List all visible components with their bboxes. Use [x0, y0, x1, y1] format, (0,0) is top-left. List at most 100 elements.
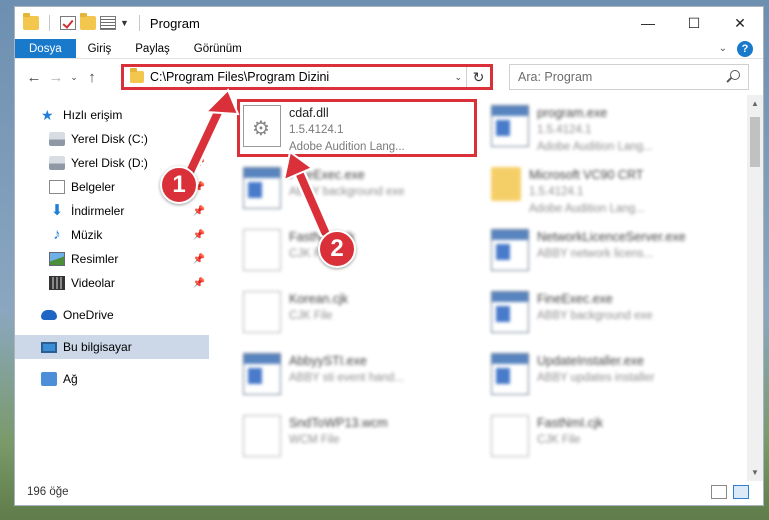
pin-icon[interactable]: 📌	[193, 206, 205, 217]
search-input[interactable]: Ara: Program	[509, 64, 749, 90]
sidebar-item-this-pc[interactable]: Bu bilgisayar	[15, 335, 209, 359]
file-item[interactable]: UpdateInstaller.exe ABBY updates install…	[485, 347, 725, 405]
highlight-box	[237, 99, 477, 157]
sidebar-item-pictures[interactable]: Resimler 📌	[15, 247, 211, 271]
file-item[interactable]: FastNmI.cjk CJK File	[237, 223, 477, 281]
view-switcher	[711, 485, 763, 499]
window-controls: — ☐ ✕	[625, 7, 763, 39]
pin-icon[interactable]: 📌	[193, 230, 205, 241]
file-name: FineExec.exe	[537, 292, 613, 306]
item-count: 196 öğe	[27, 486, 69, 498]
pin-icon[interactable]: 📌	[193, 278, 205, 289]
file-description: ABBY sti event hand...	[289, 372, 404, 384]
back-arrow-icon[interactable]: ←	[23, 69, 45, 86]
scrollbar-thumb[interactable]	[750, 117, 760, 167]
address-bar[interactable]: C:\Program Files\Program Dizini ⌄ ↻	[121, 64, 493, 90]
file-item[interactable]: FastNmI.cjk CJK File	[485, 409, 725, 467]
pin-icon[interactable]: 📌	[193, 254, 205, 265]
sidebar-item-label: Yerel Disk (C:)	[71, 132, 148, 146]
sidebar-item-videos[interactable]: Videolar 📌	[15, 271, 211, 295]
file-icon	[243, 415, 281, 457]
file-list: cdaf.dll 1.5.4124.1 Adobe Audition Lang.…	[221, 99, 741, 481]
details-view-icon[interactable]	[711, 485, 727, 499]
cloud-icon	[41, 310, 57, 320]
download-icon: ⬇	[50, 202, 64, 219]
sidebar-item-label: OneDrive	[63, 308, 114, 322]
address-path: C:\Program Files\Program Dizini	[150, 70, 330, 84]
sidebar-item-onedrive[interactable]: OneDrive	[15, 303, 211, 327]
folder-icon	[130, 68, 144, 83]
pictures-icon	[49, 252, 65, 266]
new-folder-icon[interactable]	[80, 13, 96, 30]
scroll-down-icon[interactable]: ▼	[747, 468, 763, 477]
chevron-down-icon[interactable]: ⌄	[454, 72, 462, 83]
vertical-scrollbar[interactable]: ▲ ▼	[747, 95, 763, 481]
maximize-button[interactable]: ☐	[671, 7, 717, 39]
step-badge-2: 2	[318, 230, 356, 268]
search-icon	[730, 70, 740, 80]
file-description: ABBY background exe	[289, 186, 405, 198]
music-icon: ♪	[53, 226, 61, 243]
star-icon: ★	[41, 107, 54, 123]
properties-check-icon[interactable]	[60, 16, 76, 30]
folder-icon	[23, 13, 39, 30]
tab-paylas[interactable]: Paylaş	[123, 39, 182, 58]
divider	[138, 15, 140, 31]
network-icon	[41, 372, 57, 386]
document-icon	[49, 180, 65, 194]
customize-dropdown-icon[interactable]: ▼	[120, 18, 129, 28]
file-item[interactable]: FineExec.exe ABBY background exe	[485, 285, 725, 343]
sidebar-item-label: İndirmeler	[71, 204, 125, 218]
scroll-up-icon[interactable]: ▲	[747, 99, 763, 108]
large-icons-view-icon[interactable]	[733, 485, 749, 499]
recent-locations-icon[interactable]: ⌄	[67, 72, 81, 83]
status-bar: 196 öğe	[15, 479, 763, 505]
pin-icon[interactable]: 📌	[193, 158, 205, 169]
file-item[interactable]: SndToWP13.wcm WCM File	[237, 409, 477, 467]
forward-arrow-icon[interactable]: →	[45, 69, 67, 86]
drive-icon	[49, 156, 65, 170]
expand-ribbon-icon[interactable]: ⌄	[719, 43, 727, 54]
sidebar-item-quick-access[interactable]: ★ Hızlı erişim	[15, 103, 211, 127]
minimize-button[interactable]: —	[625, 7, 671, 39]
title-bar: ▼ Program — ☐ ✕	[15, 7, 763, 39]
exe-file-icon	[491, 353, 529, 395]
navigation-bar: ← → ⌄ ↑ C:\Program Files\Program Dizini …	[15, 59, 763, 95]
file-description: ABBY updates installer	[537, 372, 655, 384]
exe-file-icon	[491, 105, 529, 147]
quick-access-toolbar: ▼	[15, 13, 146, 31]
file-item[interactable]: FineExec.exe ABBY background exe	[237, 161, 477, 219]
ribbon-right: ⌄ ?	[719, 39, 763, 58]
file-item[interactable]: NetworkLicenceServer.exe ABBY network li…	[485, 223, 725, 281]
tab-giris[interactable]: Giriş	[76, 39, 124, 58]
exe-file-icon	[491, 229, 529, 271]
properties-icon[interactable]	[100, 16, 116, 30]
refresh-icon[interactable]: ↻	[466, 67, 490, 87]
file-description: ABBY background exe	[537, 310, 653, 322]
file-name: program.exe	[537, 106, 608, 120]
file-item[interactable]: Korean.cjk CJK File	[237, 285, 477, 343]
sidebar-item-local-disk-c[interactable]: Yerel Disk (C:)	[15, 127, 211, 151]
file-version: 1.5.4124.1	[537, 124, 592, 136]
file-name: SndToWP13.wcm	[289, 416, 388, 430]
tab-gorunum[interactable]: Görünüm	[182, 39, 254, 58]
file-description: Adobe Audition Lang...	[529, 203, 645, 215]
close-button[interactable]: ✕	[717, 7, 763, 39]
tab-dosya[interactable]: Dosya	[15, 39, 76, 58]
exe-file-icon	[243, 353, 281, 395]
file-item[interactable]: Microsoft VC90 CRT 1.5.4124.1 Adobe Audi…	[485, 161, 725, 219]
file-item[interactable]: program.exe 1.5.4124.1 Adobe Audition La…	[485, 99, 725, 157]
sidebar-item-network[interactable]: Ağ	[15, 367, 211, 391]
file-name: FineExec.exe	[289, 168, 365, 182]
help-icon[interactable]: ?	[737, 40, 753, 57]
sidebar-item-label: Müzik	[71, 228, 103, 242]
sidebar-item-music[interactable]: ♪ Müzik 📌	[15, 223, 211, 247]
up-arrow-icon[interactable]: ↑	[81, 69, 103, 86]
file-name: Microsoft VC90 CRT	[529, 168, 644, 182]
sidebar-item-label: Videolar	[71, 276, 115, 290]
file-item[interactable]: AbbyySTI.exe ABBY sti event hand...	[237, 347, 477, 405]
